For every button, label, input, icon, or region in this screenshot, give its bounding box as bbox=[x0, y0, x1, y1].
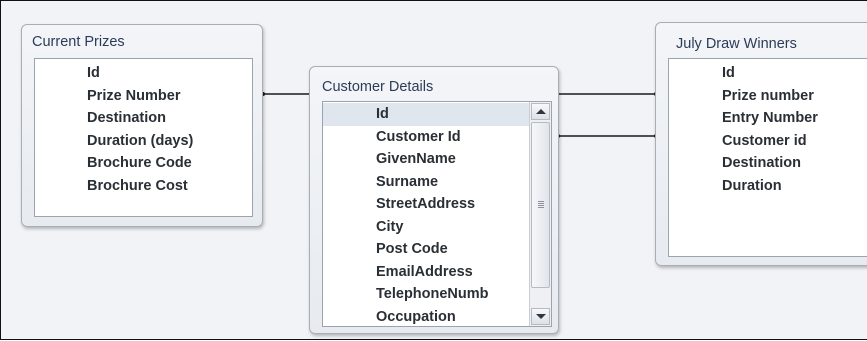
scroll-down-button[interactable] bbox=[531, 308, 550, 325]
field-item[interactable]: Prize number bbox=[722, 85, 867, 108]
table-title-july-draw-winners[interactable]: July Draw Winners bbox=[676, 36, 797, 52]
field-item[interactable]: Post Code bbox=[323, 238, 551, 261]
field-list-customer-details[interactable]: Id Customer Id GivenName Surname StreetA… bbox=[322, 101, 552, 327]
grip-icon bbox=[538, 201, 544, 208]
field-item[interactable]: Prize Number bbox=[87, 85, 252, 108]
field-item[interactable]: Destination bbox=[87, 107, 252, 130]
field-item[interactable]: Brochure Cost bbox=[87, 175, 252, 198]
field-item[interactable]: TelephoneNumb bbox=[323, 283, 531, 306]
table-current-prizes[interactable]: Current Prizes Id Prize Number Destinati… bbox=[21, 24, 263, 227]
scroll-up-button[interactable] bbox=[531, 103, 550, 120]
arrow-up-icon bbox=[535, 109, 546, 114]
field-item[interactable]: Destination bbox=[722, 152, 867, 175]
field-item[interactable]: Duration (days) bbox=[87, 130, 252, 153]
field-item[interactable]: Brochure Code bbox=[87, 152, 252, 175]
field-item[interactable]: Occupation bbox=[323, 306, 551, 327]
field-item[interactable]: Duration bbox=[722, 175, 867, 198]
table-title-customer-details[interactable]: Customer Details bbox=[322, 79, 433, 95]
field-item[interactable]: GivenName bbox=[323, 148, 551, 171]
field-list-july-draw-winners[interactable]: Id Prize number Entry Number Customer id… bbox=[668, 58, 867, 257]
field-list-current-prizes[interactable]: Id Prize Number Destination Duration (da… bbox=[34, 58, 253, 217]
vertical-scrollbar[interactable] bbox=[529, 102, 551, 326]
field-item[interactable]: Customer Id bbox=[323, 126, 551, 149]
table-customer-details[interactable]: Customer Details Id Customer Id GivenNam… bbox=[309, 66, 559, 334]
field-item-selected[interactable]: Id bbox=[323, 103, 529, 126]
field-item[interactable]: Surname bbox=[323, 171, 551, 194]
scroll-thumb[interactable] bbox=[531, 122, 550, 288]
field-item[interactable]: Id bbox=[722, 62, 867, 85]
table-title-current-prizes[interactable]: Current Prizes bbox=[32, 34, 125, 50]
arrow-down-icon bbox=[535, 314, 546, 319]
field-item[interactable]: StreetAddress bbox=[323, 193, 551, 216]
relationships-canvas[interactable]: Current Prizes Id Prize Number Destinati… bbox=[0, 0, 867, 340]
field-item[interactable]: EmailAddress bbox=[323, 261, 551, 284]
field-item[interactable]: Entry Number bbox=[722, 107, 867, 130]
table-july-draw-winners[interactable]: July Draw Winners Id Prize number Entry … bbox=[655, 22, 867, 266]
field-item[interactable]: City bbox=[323, 216, 551, 239]
field-item[interactable]: Id bbox=[87, 62, 252, 85]
field-item[interactable]: Customer id bbox=[722, 130, 867, 153]
